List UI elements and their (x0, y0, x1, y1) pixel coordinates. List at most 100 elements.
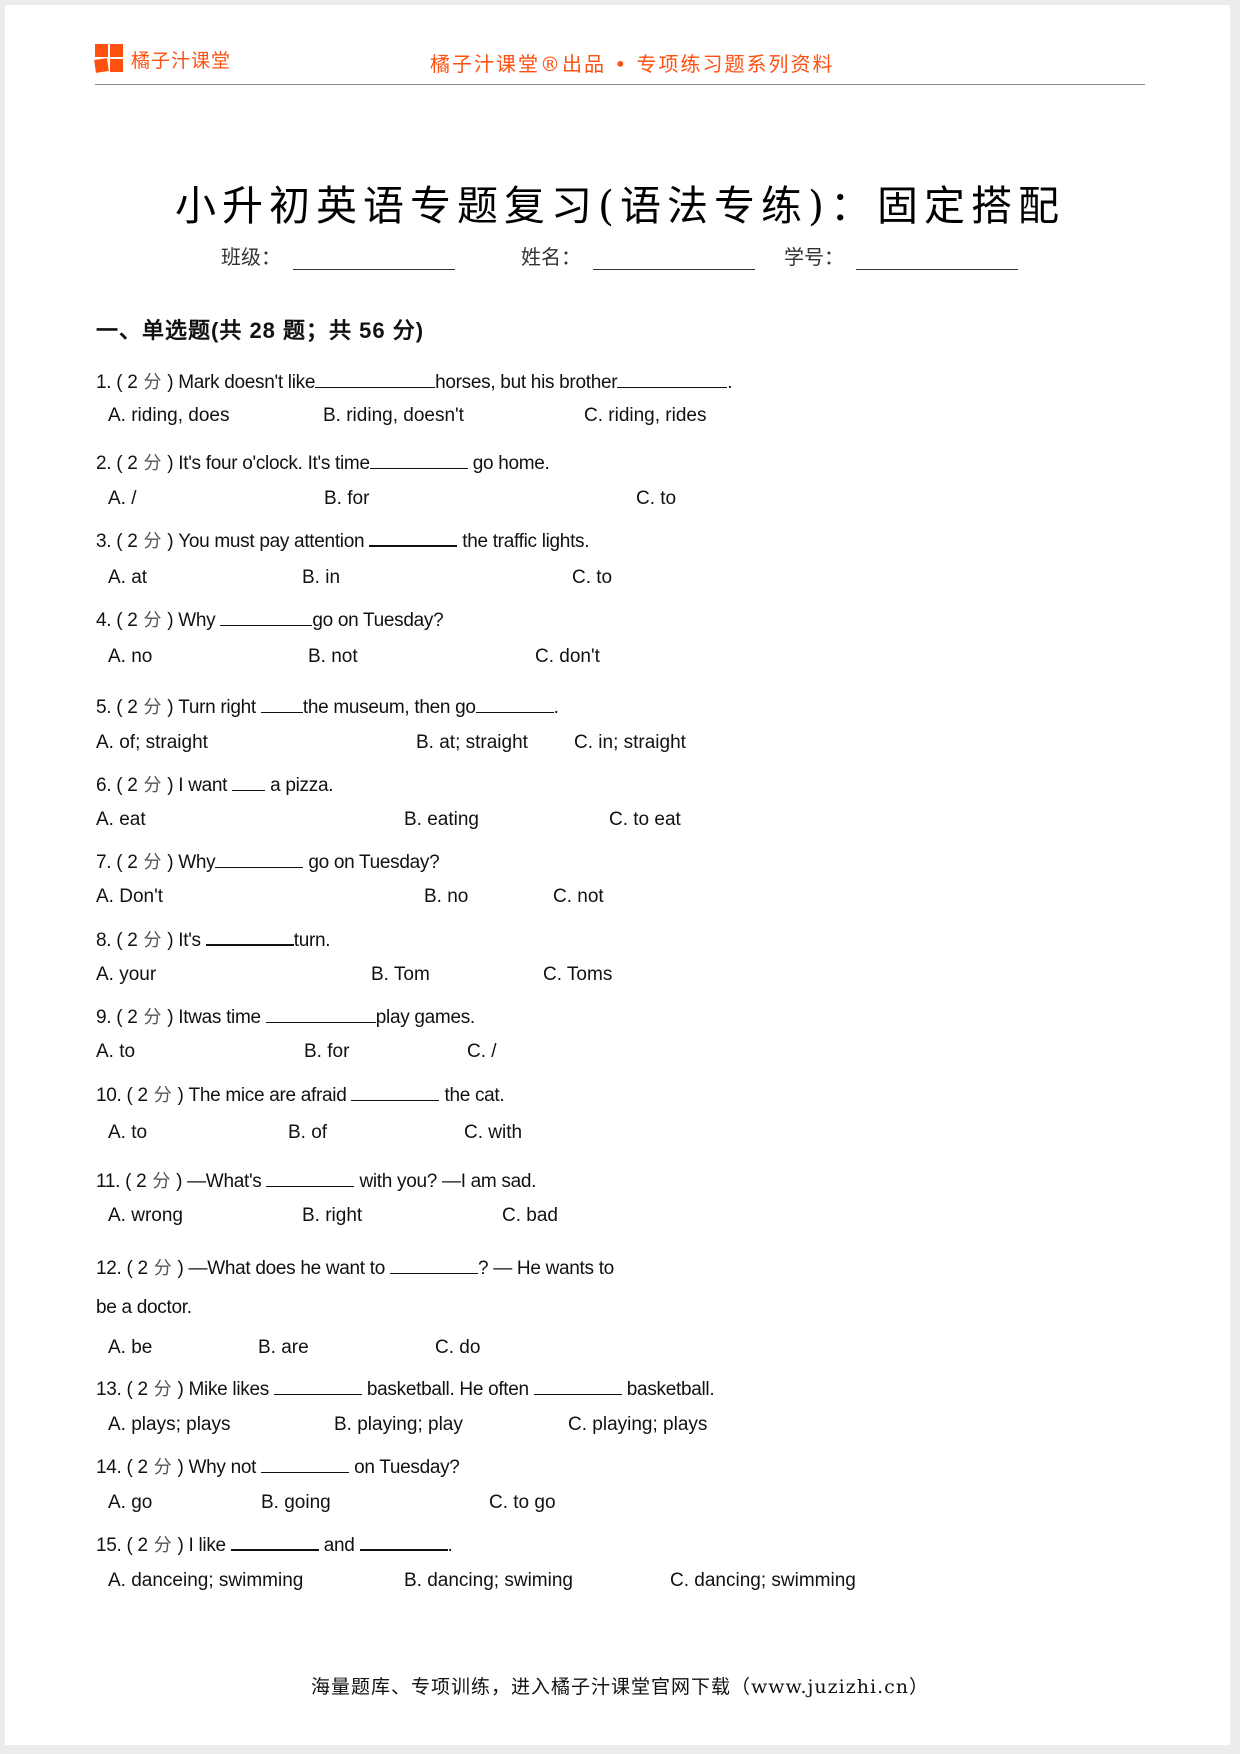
option-a[interactable]: A. / (108, 488, 137, 510)
question-14: 14. ( 2 分) Why not on Tuesday? (96, 1453, 460, 1479)
option-c[interactable]: C. bad (502, 1205, 558, 1227)
answer-blank[interactable] (273, 1376, 362, 1395)
option-a[interactable]: A. no (108, 646, 152, 668)
question-score: 2 (136, 1171, 147, 1192)
option-a[interactable]: A. at (108, 567, 147, 589)
class-blank[interactable] (293, 249, 455, 270)
answer-blank[interactable] (359, 1531, 448, 1551)
option-a[interactable]: A. eat (96, 809, 146, 831)
question-number: 8. (96, 930, 112, 951)
answer-blank[interactable] (261, 1454, 350, 1473)
question-15: 15. ( 2 分) I like and . (96, 1531, 453, 1557)
answer-blank[interactable] (265, 1004, 376, 1023)
question-text: I want (178, 775, 233, 796)
option-c[interactable]: C. dancing; swimming (670, 1570, 856, 1592)
name-field: 姓名： (521, 241, 755, 270)
id-blank[interactable] (856, 249, 1018, 270)
option-a[interactable]: A. your (96, 964, 156, 986)
question-4: 4. ( 2 分) Why go on Tuesday? (96, 606, 444, 632)
question-text: . (553, 697, 559, 718)
option-c[interactable]: C. / (467, 1041, 497, 1063)
answer-blank[interactable] (533, 1376, 622, 1395)
answer-blank[interactable] (369, 450, 468, 469)
option-c[interactable]: C. riding, rides (584, 405, 707, 427)
option-c[interactable]: C. playing; plays (568, 1414, 707, 1436)
option-a[interactable]: A. to (108, 1122, 147, 1144)
option-b[interactable]: B. riding, doesn't (323, 405, 464, 427)
question-text: basketball. He often (361, 1379, 534, 1400)
option-a[interactable]: A. Don't (96, 886, 163, 908)
option-b[interactable]: B. Tom (371, 964, 430, 986)
question-number: 15. (96, 1535, 122, 1556)
option-a[interactable]: A. riding, does (108, 405, 229, 427)
question-score: 2 (127, 1007, 138, 1028)
option-a[interactable]: A. to (96, 1041, 135, 1063)
score-unit: 分 (143, 1007, 162, 1028)
option-a[interactable]: A. wrong (108, 1205, 183, 1227)
option-a[interactable]: A. be (108, 1337, 152, 1359)
question-number: 1. (96, 372, 112, 393)
answer-blank[interactable] (351, 1082, 440, 1101)
question-score: 2 (127, 372, 138, 393)
question-score: 2 (127, 453, 138, 474)
option-c[interactable]: C. Toms (543, 964, 612, 986)
question-text: the traffic lights. (457, 531, 590, 552)
option-b[interactable]: B. are (258, 1337, 309, 1359)
question-text: . (727, 372, 733, 393)
question-text: Why not (188, 1457, 262, 1478)
score-unit: 分 (153, 1085, 172, 1106)
answer-blank[interactable] (315, 369, 436, 388)
option-b[interactable]: B. no (424, 886, 468, 908)
footer-text: 海量题库、专项训练，进入橘子汁课堂官网下载（www.juzizhi.cn） (310, 1676, 930, 1698)
option-c[interactable]: C. with (464, 1122, 522, 1144)
question-score: 2 (127, 852, 138, 873)
logo-text: 橘子汁课堂 (131, 49, 232, 72)
score-unit: 分 (153, 1457, 172, 1478)
option-c[interactable]: C. not (553, 886, 604, 908)
option-b[interactable]: B. playing; play (334, 1414, 463, 1436)
answer-blank[interactable] (232, 772, 266, 791)
question-text: You must pay attention (178, 531, 370, 552)
option-b[interactable]: B. in (302, 567, 340, 589)
id-field: 学号： (784, 241, 1018, 270)
question-12: 12. ( 2 分) —What does he want to ? — He w… (96, 1254, 614, 1280)
option-c[interactable]: C. don't (535, 646, 600, 668)
question-text: The mice are afraid (188, 1085, 352, 1106)
answer-blank[interactable] (220, 607, 313, 626)
option-c[interactable]: C. to go (489, 1492, 556, 1514)
option-b[interactable]: B. not (308, 646, 358, 668)
question-text: I like (188, 1535, 231, 1556)
question-text: Mike likes (188, 1379, 274, 1400)
option-b[interactable]: B. for (324, 488, 369, 510)
option-b[interactable]: B. going (261, 1492, 331, 1514)
option-a[interactable]: A. of; straight (96, 732, 208, 754)
option-b[interactable]: B. at; straight (416, 732, 528, 754)
question-score: 2 (127, 697, 138, 718)
option-b[interactable]: B. of (288, 1122, 327, 1144)
option-b[interactable]: B. right (302, 1205, 362, 1227)
answer-blank[interactable] (230, 1531, 319, 1551)
answer-blank[interactable] (266, 1168, 355, 1187)
option-b[interactable]: B. eating (404, 809, 479, 831)
option-a[interactable]: A. go (108, 1492, 152, 1514)
option-c[interactable]: C. to (636, 488, 676, 510)
option-c[interactable]: C. to eat (609, 809, 681, 831)
answer-blank[interactable] (215, 849, 304, 868)
question-1: 1. ( 2 分) Mark doesn't like horses, but hi… (96, 368, 733, 394)
option-c[interactable]: C. to (572, 567, 612, 589)
answer-blank[interactable] (369, 527, 458, 547)
option-b[interactable]: B. for (304, 1041, 349, 1063)
option-c[interactable]: C. in; straight (574, 732, 686, 754)
option-c[interactable]: C. do (435, 1337, 480, 1359)
score-unit: 分 (143, 852, 162, 873)
option-a[interactable]: A. danceing; swimming (108, 1570, 303, 1592)
answer-blank[interactable] (389, 1255, 478, 1274)
answer-blank[interactable] (617, 369, 728, 388)
name-blank[interactable] (593, 249, 755, 270)
answer-blank[interactable] (205, 926, 294, 946)
brand-logo: 橘子汁课堂 (94, 44, 232, 74)
answer-blank[interactable] (260, 694, 303, 713)
answer-blank[interactable] (475, 694, 554, 713)
option-a[interactable]: A. plays; plays (108, 1414, 231, 1436)
option-b[interactable]: B. dancing; swiming (404, 1570, 573, 1592)
